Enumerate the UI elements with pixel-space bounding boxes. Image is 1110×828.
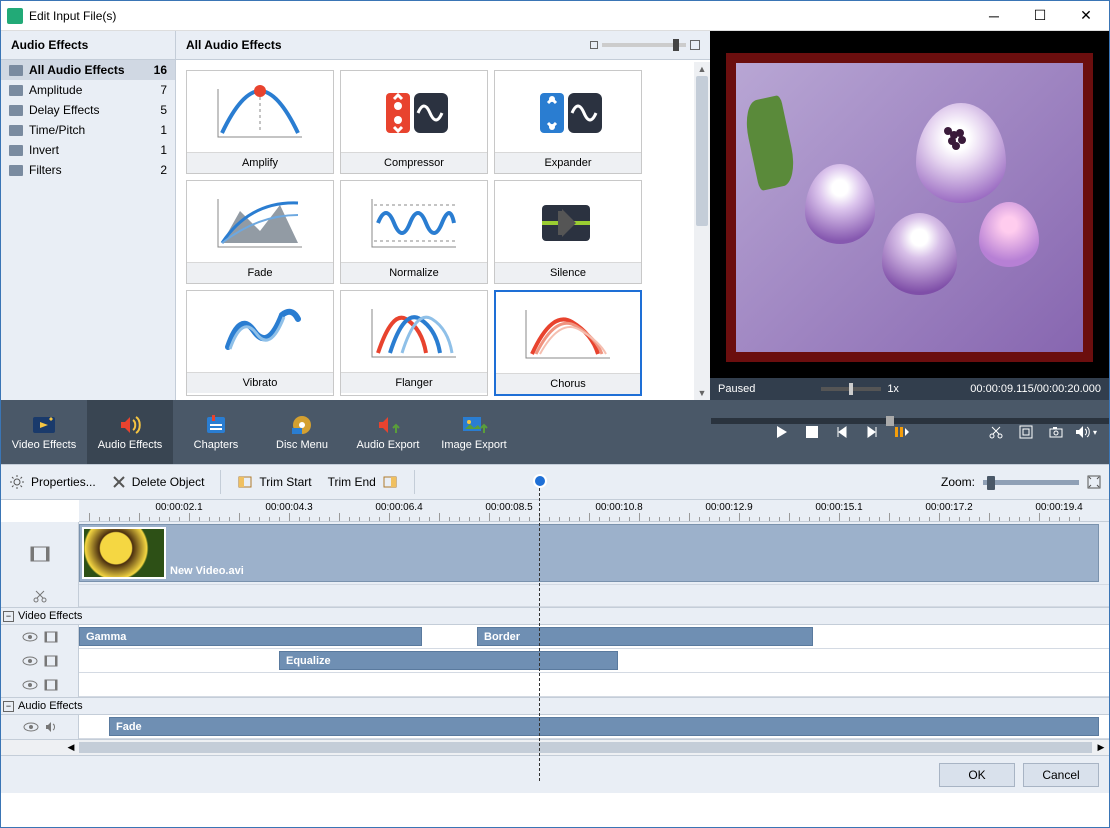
audio-effects-section[interactable]: −Audio Effects xyxy=(1,697,1109,715)
folder-icon xyxy=(9,145,23,156)
effect-fade[interactable]: Fade xyxy=(186,180,334,284)
preview-panel: Paused 1x 00:00:09.115 / 00:00:20.000 xyxy=(710,31,1109,400)
speed-slider[interactable] xyxy=(821,387,881,391)
timeline-hscrollbar[interactable]: ◀ ▶ xyxy=(1,739,1109,755)
speed-value: 1x xyxy=(887,383,899,395)
folder-icon xyxy=(9,165,23,176)
time-total: 00:00:20.000 xyxy=(1037,383,1101,395)
sidebar-item-delay-effects[interactable]: Delay Effects5 xyxy=(1,100,175,120)
time-current: 00:00:09.115 xyxy=(970,383,1033,395)
playback-status: Paused xyxy=(718,383,755,395)
main-toolbar: Video EffectsAudio EffectsChaptersDisc M… xyxy=(1,400,1109,464)
clip-thumbnail xyxy=(82,527,166,579)
effects-panel: All Audio Effects AmplifyCompressorExpan… xyxy=(176,31,710,400)
sidebar-header: Audio Effects xyxy=(1,31,175,60)
cancel-button[interactable]: Cancel xyxy=(1023,763,1099,787)
video-clip-track: New Video.avi xyxy=(1,522,1109,585)
effect-chorus[interactable]: Chorus xyxy=(494,290,642,396)
tab-disc-menu[interactable]: Disc Menu xyxy=(259,400,345,464)
effects-scrollbar[interactable]: ▲ ▼ xyxy=(694,62,710,400)
window-title: Edit Input File(s) xyxy=(29,9,971,23)
video-effect-gamma[interactable]: Gamma xyxy=(79,627,422,646)
trim-end-button[interactable]: Trim End xyxy=(328,474,398,490)
x-icon xyxy=(112,475,126,489)
maximize-button[interactable]: ☐ xyxy=(1017,1,1063,31)
sidebar-item-all-audio-effects[interactable]: All Audio Effects16 xyxy=(1,60,175,80)
effect-vibrato[interactable]: Vibrato xyxy=(186,290,334,396)
folder-icon xyxy=(9,125,23,136)
tab-chapters[interactable]: Chapters xyxy=(173,400,259,464)
trim-start-button[interactable]: Trim Start xyxy=(237,474,311,490)
title-bar: Edit Input File(s) ─ ☐ ✕ xyxy=(1,1,1109,31)
preview-viewport xyxy=(710,31,1109,378)
film-icon xyxy=(30,546,50,562)
folder-icon xyxy=(9,105,23,116)
dialog-button-bar: OK Cancel xyxy=(1,755,1109,793)
trim-start-icon xyxy=(237,474,253,490)
folder-icon xyxy=(9,85,23,96)
audio-effect-fade[interactable]: Fade xyxy=(109,717,1099,736)
effects-category-sidebar: Audio Effects All Audio Effects16Amplitu… xyxy=(1,31,176,400)
minimize-button[interactable]: ─ xyxy=(971,1,1017,31)
timeline: 00:00:02.100:00:04.300:00:06.400:00:08.5… xyxy=(1,500,1109,755)
film-icon[interactable] xyxy=(44,655,58,667)
folder-icon xyxy=(9,65,23,76)
timeline-ruler[interactable]: 00:00:02.100:00:04.300:00:06.400:00:08.5… xyxy=(79,500,1109,522)
eye-icon[interactable] xyxy=(22,631,38,643)
ok-button[interactable]: OK xyxy=(939,763,1015,787)
film-icon[interactable] xyxy=(44,679,58,691)
sidebar-item-filters[interactable]: Filters2 xyxy=(1,160,175,180)
tab-video-effects[interactable]: Video Effects xyxy=(1,400,87,464)
edit-toolbar: Properties... Delete Object Trim Start T… xyxy=(1,464,1109,500)
thumbnail-size-slider[interactable] xyxy=(590,40,700,50)
effect-amplify[interactable]: Amplify xyxy=(186,70,334,174)
video-effect-equalize[interactable]: Equalize xyxy=(279,651,618,670)
trim-end-icon xyxy=(382,474,398,490)
tab-audio-effects[interactable]: Audio Effects xyxy=(87,400,173,464)
speaker-icon[interactable] xyxy=(45,721,57,733)
seek-bar[interactable] xyxy=(711,418,1109,424)
sidebar-item-amplitude[interactable]: Amplitude7 xyxy=(1,80,175,100)
preview-status-bar: Paused 1x 00:00:09.115 / 00:00:20.000 xyxy=(710,378,1109,400)
tab-audio-export[interactable]: Audio Export xyxy=(345,400,431,464)
effect-silence[interactable]: Silence xyxy=(494,180,642,284)
close-button[interactable]: ✕ xyxy=(1063,1,1109,31)
eye-icon[interactable] xyxy=(22,655,38,667)
effect-expander[interactable]: Expander xyxy=(494,70,642,174)
eye-icon[interactable] xyxy=(22,679,38,691)
film-icon[interactable] xyxy=(44,631,58,643)
sidebar-item-invert[interactable]: Invert1 xyxy=(1,140,175,160)
zoom-slider[interactable] xyxy=(983,480,1079,485)
video-effects-section[interactable]: −Video Effects xyxy=(1,607,1109,625)
effect-compressor[interactable]: Compressor xyxy=(340,70,488,174)
playhead[interactable] xyxy=(539,478,540,781)
effects-header: All Audio Effects xyxy=(176,31,710,60)
effect-flanger[interactable]: Flanger xyxy=(340,290,488,396)
scissors-icon[interactable] xyxy=(33,589,47,603)
effect-normalize[interactable]: Normalize xyxy=(340,180,488,284)
eye-icon[interactable] xyxy=(23,721,39,733)
tab-image-export[interactable]: Image Export xyxy=(431,400,517,464)
properties-button[interactable]: Properties... xyxy=(9,474,96,490)
clip-name: New Video.avi xyxy=(170,565,244,577)
sidebar-item-time-pitch[interactable]: Time/Pitch1 xyxy=(1,120,175,140)
video-effect-border[interactable]: Border xyxy=(477,627,813,646)
zoom-fit-icon[interactable] xyxy=(1087,475,1101,489)
gear-icon xyxy=(9,474,25,490)
delete-object-button[interactable]: Delete Object xyxy=(112,475,205,489)
zoom-label: Zoom: xyxy=(941,475,975,489)
video-clip[interactable]: New Video.avi xyxy=(79,524,1099,582)
app-icon xyxy=(7,8,23,24)
